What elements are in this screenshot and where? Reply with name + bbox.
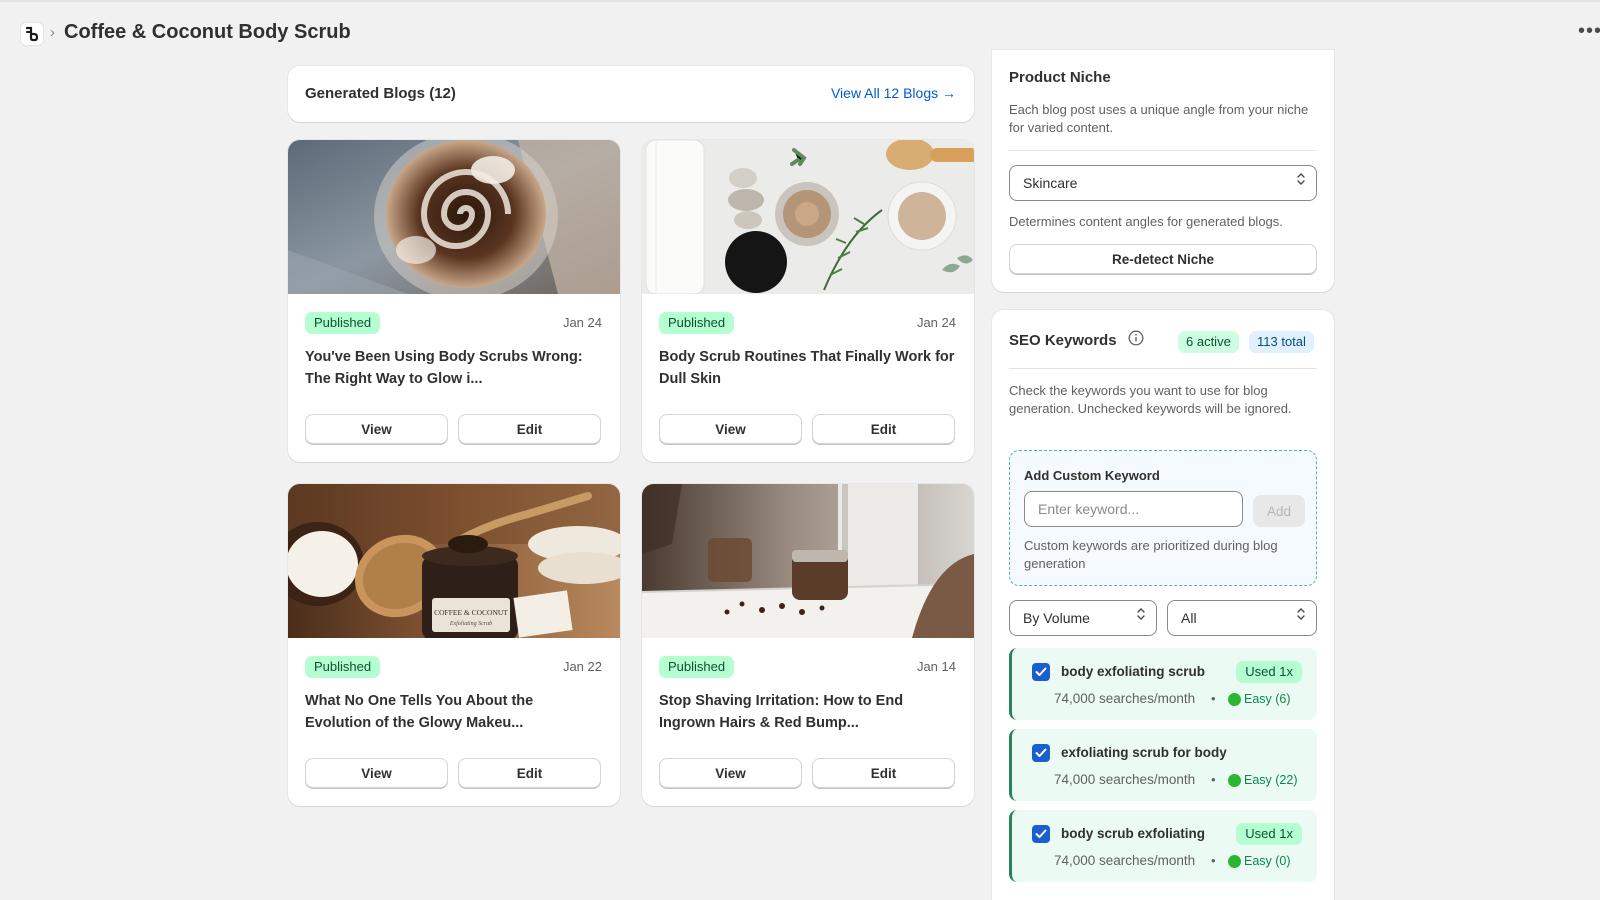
jar-label-line2: Exfoliating Scrub [449, 620, 492, 627]
jar-label-line1: COFFEE & COCONUT [434, 608, 508, 617]
keyword-name: body exfoliating scrub [1061, 664, 1206, 679]
meta-separator: • [1211, 691, 1216, 706]
keyword-difficulty: Easy (22) [1244, 773, 1298, 787]
blog-date: Jan 22 [562, 659, 602, 674]
add-custom-keyword-box: Add Custom Keyword Add Custom keywords a… [1009, 450, 1317, 586]
keyword-checkbox[interactable] [1032, 825, 1050, 843]
blog-card: Published Jan 24 You've Been Using Body … [288, 140, 620, 462]
total-keywords-badge: 113 total [1249, 331, 1314, 353]
used-count-badge: Used 1x [1236, 823, 1302, 845]
info-icon[interactable] [1128, 330, 1144, 351]
more-actions-icon[interactable]: ••• [1578, 20, 1600, 43]
sort-select-value: By Volume [1023, 610, 1090, 626]
divider [1009, 150, 1317, 151]
difficulty-dot-icon [1228, 774, 1241, 787]
breadcrumb-chevron-icon: › [50, 24, 55, 41]
generated-blogs-title: Generated Blogs (12) [305, 85, 456, 102]
top-bar: › Coffee & Coconut Body Scrub ••• [0, 0, 1600, 62]
product-niche-card: Product Niche Each blog post uses a uniq… [992, 50, 1334, 292]
view-all-blogs-link[interactable]: View All 12 Blogs → [831, 85, 956, 101]
blog-title: Stop Shaving Irritation: How to End Ingr… [659, 693, 904, 731]
meta-separator: • [1211, 853, 1216, 868]
keyword-item[interactable]: exfoliating scrub for body 74,000 search… [1009, 729, 1317, 801]
generated-blogs-header: Generated Blogs (12) View All 12 Blogs → [288, 66, 974, 122]
status-badge: Published [659, 656, 735, 678]
sort-select[interactable]: By Volume [1009, 600, 1157, 636]
blog-thumbnail-coconut-jar[interactable]: COFFEE & COCONUT Exfoliating Scrub [288, 484, 620, 638]
product-niche-title: Product Niche [1009, 69, 1111, 86]
keyword-volume: 74,000 searches/month [1054, 772, 1196, 787]
seo-keywords-card: SEO Keywords 6 active 113 total Check th… [992, 310, 1334, 900]
edit-blog-button[interactable]: Edit [458, 758, 601, 788]
blog-thumbnail-spa-flatlay[interactable] [642, 140, 974, 294]
blog-card: Published Jan 24 Body Scrub Routines Tha… [642, 140, 974, 462]
select-updown-icon [1296, 601, 1306, 635]
add-keyword-button[interactable]: Add [1253, 495, 1305, 527]
edit-blog-button[interactable]: Edit [458, 414, 601, 444]
view-blog-button[interactable]: View [659, 758, 802, 788]
keyword-name: exfoliating scrub for body [1061, 745, 1227, 760]
blog-title: You've Been Using Body Scrubs Wrong: The… [305, 349, 583, 387]
blog-card: COFFEE & COCONUT Exfoliating Scrub Publi… [288, 484, 620, 806]
filter-select-value: All [1181, 610, 1197, 626]
meta-separator: • [1211, 772, 1216, 787]
blog-date: Jan 14 [916, 659, 956, 674]
divider [1009, 368, 1317, 369]
page-title: Coffee & Coconut Body Scrub [64, 21, 351, 43]
custom-keyword-note: Custom keywords are prioritized during b… [1024, 538, 1278, 571]
edit-blog-button[interactable]: Edit [812, 758, 955, 788]
niche-hint: Determines content angles for generated … [1009, 214, 1283, 229]
keyword-checkbox[interactable] [1032, 744, 1050, 762]
active-keywords-badge: 6 active [1178, 331, 1239, 353]
keyword-name: body scrub exfoliating [1061, 826, 1206, 841]
filter-select[interactable]: All [1167, 600, 1317, 636]
seo-keywords-description: Check the keywords you want to use for b… [1009, 383, 1292, 416]
blog-title: What No One Tells You About the Evolutio… [305, 693, 534, 731]
seo-keywords-title: SEO Keywords [1009, 332, 1117, 349]
blog-date: Jan 24 [562, 315, 602, 330]
blog-thumbnail-coffee-swirl[interactable] [288, 140, 620, 294]
select-updown-icon [1136, 601, 1146, 635]
view-blog-button[interactable]: View [305, 414, 448, 444]
keyword-checkbox[interactable] [1032, 663, 1050, 681]
add-custom-keyword-title: Add Custom Keyword [1024, 468, 1160, 483]
status-badge: Published [305, 656, 381, 678]
difficulty-dot-icon [1228, 693, 1241, 706]
keyword-difficulty: Easy (0) [1244, 854, 1291, 868]
view-blog-button[interactable]: View [659, 414, 802, 444]
edit-blog-button[interactable]: Edit [812, 414, 955, 444]
custom-keyword-input[interactable] [1024, 491, 1243, 527]
blog-thumbnail-bathroom-scrub[interactable] [642, 484, 974, 638]
niche-select[interactable]: Skincare [1009, 165, 1317, 201]
blog-title: Body Scrub Routines That Finally Work fo… [659, 349, 955, 387]
keyword-item[interactable]: body scrub exfoliating Used 1x 74,000 se… [1009, 810, 1317, 882]
app-logo-icon[interactable] [20, 22, 44, 46]
difficulty-dot-icon [1228, 855, 1241, 868]
status-badge: Published [305, 312, 381, 334]
used-count-badge: Used 1x [1236, 661, 1302, 683]
status-badge: Published [659, 312, 735, 334]
keyword-difficulty: Easy (6) [1244, 692, 1291, 706]
blog-date: Jan 24 [916, 315, 956, 330]
re-detect-niche-button[interactable]: Re-detect Niche [1009, 244, 1317, 274]
keyword-volume: 74,000 searches/month [1054, 853, 1196, 868]
product-niche-description: Each blog post uses a unique angle from … [1009, 102, 1309, 135]
niche-select-value: Skincare [1023, 175, 1078, 191]
keyword-item[interactable]: body exfoliating scrub Used 1x 74,000 se… [1009, 648, 1317, 720]
keyword-volume: 74,000 searches/month [1054, 691, 1196, 706]
select-updown-icon [1296, 166, 1306, 200]
view-blog-button[interactable]: View [305, 758, 448, 788]
blog-card: Published Jan 14 Stop Shaving Irritation… [642, 484, 974, 806]
